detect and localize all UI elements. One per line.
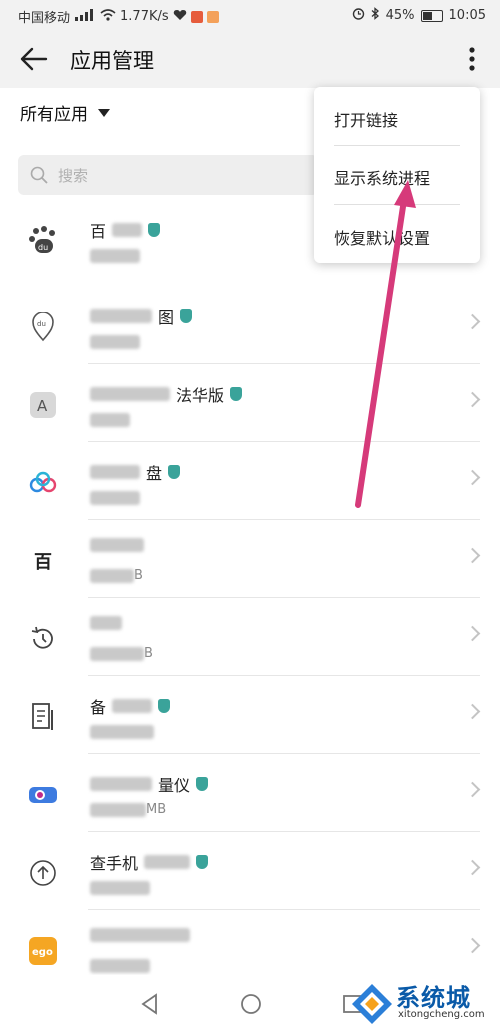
annotation-arrow	[355, 180, 416, 508]
watermark-logo-icon	[352, 984, 392, 1024]
watermark-url: xitongcheng.com	[398, 1009, 485, 1020]
nav-home-icon[interactable]	[240, 993, 262, 1015]
nav-back-icon[interactable]	[140, 993, 160, 1015]
watermark: 系统城 xitongcheng.com	[350, 978, 500, 1028]
watermark-brand: 系统城	[396, 984, 471, 1012]
